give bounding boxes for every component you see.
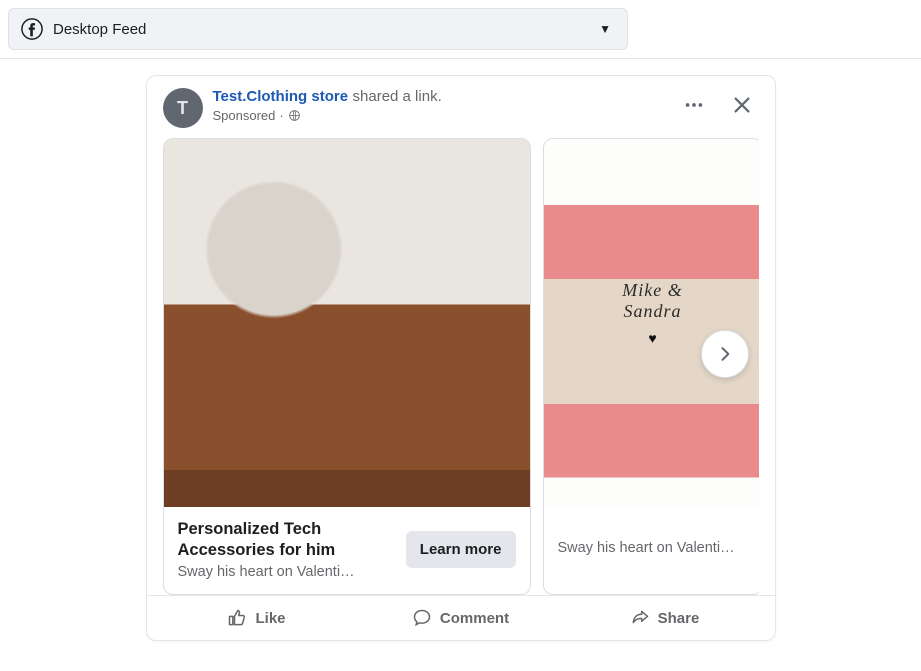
caret-down-icon: ▼: [599, 22, 611, 36]
share-label: Share: [658, 610, 700, 627]
card-subtitle: Sway his heart on Valenti…: [558, 540, 748, 556]
comment-label: Comment: [440, 610, 509, 627]
globe-icon: [288, 109, 301, 122]
heart-icon: ♥: [648, 330, 656, 346]
like-label: Like: [255, 610, 285, 627]
chevron-right-icon: [715, 344, 735, 364]
sponsored-label[interactable]: Sponsored: [213, 108, 276, 123]
post-meta: Sponsored ·: [213, 108, 677, 123]
learn-more-button[interactable]: Learn more: [406, 531, 516, 568]
shared-link-label: shared a link.: [353, 88, 442, 105]
feed-selector-bar[interactable]: Desktop Feed ▼: [8, 8, 628, 50]
card-overlay-text: Mike & Sandra: [598, 280, 707, 322]
divider: [0, 58, 921, 59]
card-image: [164, 139, 530, 507]
carousel-next-button[interactable]: [701, 330, 749, 378]
carousel-card[interactable]: Personalized Tech Accessories for him Sw…: [163, 138, 531, 595]
ellipsis-icon: [683, 94, 705, 116]
page-name-link[interactable]: Test.Clothing store: [213, 88, 349, 105]
like-button[interactable]: Like: [155, 600, 359, 636]
sponsored-post: T Test.Clothing store shared a link. Spo…: [146, 75, 776, 641]
card-subtitle: Sway his heart on Valenti…: [178, 564, 394, 580]
avatar-letter: T: [177, 98, 188, 119]
post-header: T Test.Clothing store shared a link. Spo…: [147, 76, 775, 138]
comment-icon: [412, 608, 432, 628]
close-post-button[interactable]: [725, 88, 759, 127]
avatar[interactable]: T: [163, 88, 203, 128]
facebook-logo-icon: [21, 18, 43, 40]
feed-selector-label: Desktop Feed: [53, 21, 146, 38]
share-button[interactable]: Share: [563, 600, 767, 636]
carousel: Personalized Tech Accessories for him Sw…: [147, 138, 775, 595]
share-icon: [630, 608, 650, 628]
like-icon: [227, 608, 247, 628]
action-bar: Like Comment Share: [147, 595, 775, 640]
close-icon: [731, 94, 753, 116]
comment-button[interactable]: Comment: [359, 600, 563, 636]
card-title: Personalized Tech Accessories for him: [178, 519, 394, 560]
more-options-button[interactable]: [677, 88, 711, 127]
card-image: Mike & Sandra ♥: [544, 139, 759, 507]
